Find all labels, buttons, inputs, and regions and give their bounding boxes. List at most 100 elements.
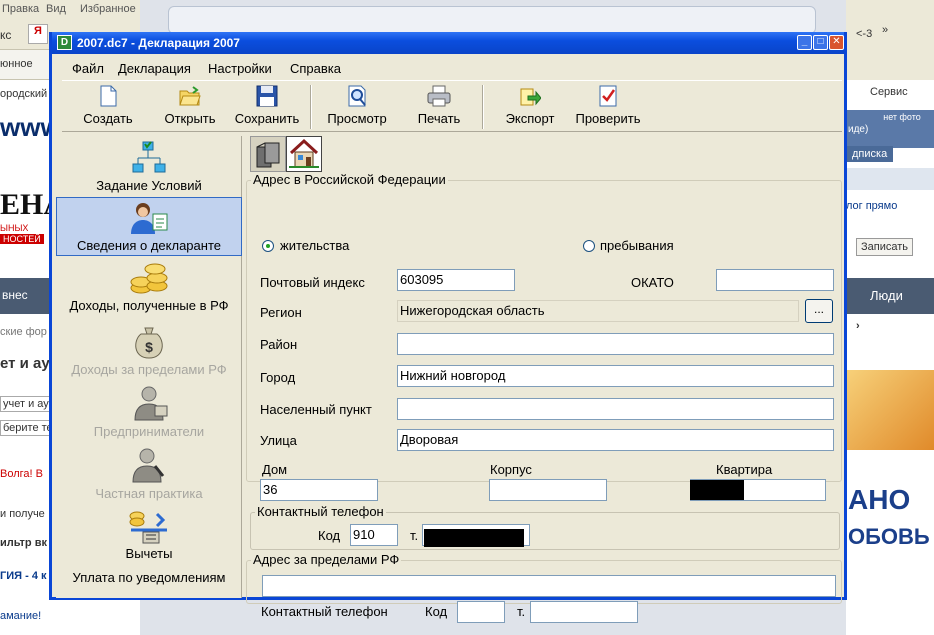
bg-text-8[interactable]: учет и ау: [0, 396, 52, 412]
sidebar-label-declarant: Сведения о декларанте: [77, 238, 221, 253]
browser-menu-edit[interactable]: Правка: [2, 3, 39, 15]
sidebar-item-notifications[interactable]: Уплата по уведомлениям: [56, 568, 242, 590]
apartment-redaction: [690, 480, 744, 500]
menu-settings[interactable]: Настройки: [208, 61, 272, 76]
bg-text-1: ородский: [0, 88, 48, 100]
check-button[interactable]: Проверить: [568, 85, 648, 131]
bg-right-text-2[interactable]: »: [882, 24, 888, 36]
create-button[interactable]: Создать: [76, 85, 140, 131]
app-window: D 2007.dc7 - Декларация 2007 _ □ ✕ Файл …: [49, 32, 847, 623]
sidebar-label-income-rf: Доходы, полученные в РФ: [69, 298, 229, 313]
tab-documents[interactable]: [250, 136, 286, 172]
browser-menu-favorites[interactable]: Избранное: [80, 3, 136, 15]
street-field[interactable]: Дворовая: [397, 429, 834, 451]
settlement-field[interactable]: [397, 398, 834, 420]
yandex-icon[interactable]: Я: [28, 24, 48, 44]
stay-radio[interactable]: [583, 240, 595, 252]
bg-text-7: ет и ау: [0, 355, 50, 372]
private-practice-icon: [132, 448, 165, 483]
background-card: [168, 6, 816, 34]
browser-links-fragment[interactable]: юнное: [0, 58, 33, 70]
abroad-code-field[interactable]: [457, 601, 505, 623]
app-icon: D: [57, 35, 72, 50]
bg-right-record-button[interactable]: Записать: [856, 238, 914, 256]
toolbar-separator: [482, 85, 484, 129]
entrepreneur-icon: [134, 386, 168, 421]
bg-text-5[interactable]: внес: [2, 288, 28, 302]
floppy-disk-icon: [256, 85, 278, 107]
sidebar-label-notifications: Уплата по уведомлениям: [72, 570, 226, 585]
sidebar-item-declarant[interactable]: Сведения о декларанте: [56, 197, 242, 256]
city-label: Город: [260, 370, 296, 385]
region-field[interactable]: Нижегородская область: [397, 300, 799, 322]
bg-right-text-1: <-3: [856, 28, 873, 40]
bg-text-6: ские фор: [0, 326, 47, 338]
open-button[interactable]: Открыть: [154, 85, 226, 131]
city-field[interactable]: Нижний новгород: [397, 365, 834, 387]
abroad-address-field[interactable]: [262, 575, 836, 597]
sidebar-item-income-abroad[interactable]: $ Доходы за пределами РФ: [56, 322, 242, 382]
bg-right-subscribe[interactable]: дписка: [846, 146, 894, 162]
sidebar-item-income-rf[interactable]: Доходы, полученные в РФ: [56, 260, 242, 320]
postal-code-label: Почтовый индекс: [260, 275, 365, 290]
deductions-icon: [129, 511, 167, 544]
bg-right-arrow[interactable]: ›: [856, 320, 860, 332]
sidebar-item-conditions[interactable]: Задание Условий: [56, 138, 242, 196]
region-browse-button[interactable]: ...: [805, 299, 833, 323]
menu-file[interactable]: Файл: [72, 61, 104, 76]
postal-code-field[interactable]: 603095: [397, 269, 515, 291]
window-title: 2007.dc7 - Декларация 2007: [77, 36, 240, 50]
printer-icon: [427, 85, 451, 107]
print-button[interactable]: Печать: [408, 85, 470, 131]
save-button[interactable]: Сохранить: [230, 85, 304, 131]
menu-bar: Файл Декларация Настройки Справка: [62, 56, 842, 80]
sidebar-item-private-practice[interactable]: Частная практика: [56, 446, 242, 506]
abroad-tel-field[interactable]: [530, 601, 638, 623]
maximize-button[interactable]: □: [813, 35, 828, 50]
export-button[interactable]: Экспорт: [498, 85, 562, 131]
sidebar-item-entrepreneurs[interactable]: Предприниматели: [56, 384, 242, 444]
house-field[interactable]: 36: [260, 479, 378, 501]
browser-menubar: Правка Вид Избранное: [0, 0, 140, 20]
preview-button[interactable]: Просмотр: [320, 85, 394, 131]
bg-right-people[interactable]: Люди: [870, 288, 903, 303]
tab-address[interactable]: [286, 136, 322, 172]
bg-text-9[interactable]: берите те: [0, 420, 56, 436]
apartment-label: Квартира: [716, 462, 773, 477]
house-label: Дом: [262, 462, 288, 477]
menu-help[interactable]: Справка: [290, 61, 341, 76]
browser-address-fragment[interactable]: кс: [0, 28, 11, 42]
minimize-button[interactable]: _: [797, 35, 812, 50]
bg-right-text-3[interactable]: лог прямо: [846, 200, 897, 212]
browser-menu-view[interactable]: Вид: [46, 3, 66, 15]
bg-text-13[interactable]: ГИЯ - 4 к: [0, 570, 47, 582]
bg-right-service[interactable]: Сервис: [870, 86, 908, 98]
stay-label[interactable]: пребывания: [600, 238, 674, 253]
export-label: Экспорт: [505, 111, 555, 126]
house-icon: [289, 138, 319, 168]
bg-text-14[interactable]: амание!: [0, 610, 41, 622]
bg-text-4: НОСТЕЙ: [0, 234, 44, 244]
building-field[interactable]: [489, 479, 607, 501]
district-field[interactable]: [397, 333, 834, 355]
residence-radio[interactable]: [262, 240, 274, 252]
content-area: Адрес в Российской Федерации жительства …: [244, 136, 842, 623]
bg-text-11: и получе: [0, 508, 45, 520]
open-folder-icon: [179, 86, 201, 106]
phone-redaction: [424, 529, 524, 547]
check-label: Проверить: [575, 111, 641, 126]
address-abroad-title: Адрес за пределами РФ: [251, 552, 402, 567]
close-button[interactable]: ✕: [829, 35, 844, 50]
residence-label[interactable]: жительства: [280, 238, 349, 253]
bg-text-10: Волга! В: [0, 468, 43, 480]
sidebar-label-private-practice: Частная практика: [95, 486, 203, 501]
bg-right-image: [846, 370, 934, 450]
phone-code-field[interactable]: 910: [350, 524, 398, 546]
phone-group-label: Контактный телефон: [255, 504, 386, 519]
okato-field[interactable]: [716, 269, 834, 291]
title-bar[interactable]: D 2007.dc7 - Декларация 2007 _ □ ✕: [52, 32, 844, 54]
sidebar-item-deductions[interactable]: Вычеты: [56, 506, 242, 568]
menu-declaration[interactable]: Декларация: [118, 61, 191, 76]
preview-magnifier-icon: [348, 85, 366, 107]
sidebar-label-income-abroad: Доходы за пределами РФ: [71, 362, 227, 377]
